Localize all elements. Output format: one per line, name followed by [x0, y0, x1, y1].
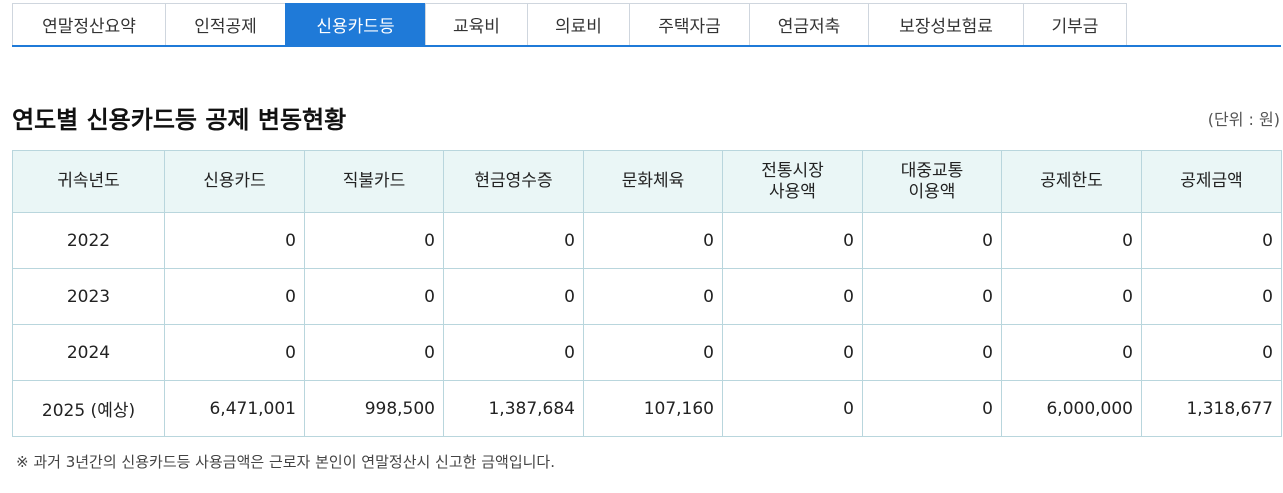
- cell-credit-card: 0: [164, 268, 305, 325]
- unit-label: (단위 : 원): [1207, 110, 1280, 129]
- tab-donation[interactable]: 기부금: [1023, 3, 1127, 45]
- cell-debit-card: 998,500: [304, 380, 444, 437]
- tab-medical[interactable]: 의료비: [527, 3, 630, 45]
- cell-deduction-amount: 0: [1141, 212, 1282, 269]
- header-traditional-market: 전통시장 사용액: [722, 150, 863, 213]
- cell-debit-card: 0: [304, 324, 444, 381]
- header-debit-card: 직불카드: [304, 150, 444, 213]
- section-title: 연도별 신용카드등 공제 변동현황: [12, 106, 347, 134]
- cell-public-transport: 0: [862, 212, 1002, 269]
- cell-public-transport: 0: [862, 268, 1002, 325]
- tab-credit-card[interactable]: 신용카드등: [285, 3, 426, 45]
- header-deduction-limit: 공제한도: [1001, 150, 1142, 213]
- tab-pension-savings[interactable]: 연금저축: [749, 3, 869, 45]
- cell-year: 2022: [12, 212, 165, 269]
- cell-culture-sports: 0: [583, 324, 723, 381]
- table-row: 2023 0 0 0 0 0 0 0 0: [12, 268, 1282, 325]
- cell-deduction-amount: 1,318,677: [1141, 380, 1282, 437]
- cell-cash-receipt: 1,387,684: [443, 380, 584, 437]
- tab-bar: 연말정산요약 인적공제 신용카드등 교육비 의료비 주택자금 연금저축 보장성보…: [12, 3, 1281, 47]
- cell-credit-card: 0: [164, 212, 305, 269]
- header-culture-sports: 문화체육: [583, 150, 723, 213]
- cell-traditional-market: 0: [722, 380, 863, 437]
- tab-year-end-summary[interactable]: 연말정산요약: [12, 3, 166, 45]
- cell-debit-card: 0: [304, 212, 444, 269]
- cell-deduction-amount: 0: [1141, 268, 1282, 325]
- cell-traditional-market: 0: [722, 212, 863, 269]
- cell-traditional-market: 0: [722, 268, 863, 325]
- header-credit-card: 신용카드: [164, 150, 305, 213]
- tab-housing-fund[interactable]: 주택자금: [629, 3, 750, 45]
- cell-year: 2025 (예상): [12, 380, 165, 437]
- header-cash-receipt: 현금영수증: [443, 150, 584, 213]
- cell-public-transport: 0: [862, 324, 1002, 381]
- table-header-row: 귀속년도 신용카드 직불카드 현금영수증 문화체육 전통시장 사용액 대중교통 이용…: [12, 150, 1282, 213]
- table-row: 2025 (예상) 6,471,001 998,500 1,387,684 10…: [12, 380, 1282, 437]
- cell-cash-receipt: 0: [443, 324, 584, 381]
- cell-culture-sports: 0: [583, 212, 723, 269]
- cell-year: 2024: [12, 324, 165, 381]
- header-public-transport: 대중교통 이용액: [862, 150, 1002, 213]
- cell-credit-card: 6,471,001: [164, 380, 305, 437]
- cell-deduction-limit: 0: [1001, 212, 1142, 269]
- cell-culture-sports: 107,160: [583, 380, 723, 437]
- cell-public-transport: 0: [862, 380, 1002, 437]
- footnote: ※ 과거 3년간의 신용카드등 사용금액은 근로자 본인이 연말정산시 신고한 …: [16, 453, 555, 471]
- table-row: 2024 0 0 0 0 0 0 0 0: [12, 324, 1282, 381]
- cell-year: 2023: [12, 268, 165, 325]
- cell-deduction-limit: 6,000,000: [1001, 380, 1142, 437]
- deduction-table: 귀속년도 신용카드 직불카드 현금영수증 문화체육 전통시장 사용액 대중교통 이용…: [12, 150, 1282, 437]
- cell-cash-receipt: 0: [443, 212, 584, 269]
- table-row: 2022 0 0 0 0 0 0 0 0: [12, 212, 1282, 269]
- tab-insurance[interactable]: 보장성보험료: [868, 3, 1024, 45]
- cell-deduction-limit: 0: [1001, 324, 1142, 381]
- header-deduction-amount: 공제금액: [1141, 150, 1282, 213]
- cell-traditional-market: 0: [722, 324, 863, 381]
- cell-culture-sports: 0: [583, 268, 723, 325]
- cell-credit-card: 0: [164, 324, 305, 381]
- cell-deduction-limit: 0: [1001, 268, 1142, 325]
- cell-deduction-amount: 0: [1141, 324, 1282, 381]
- tab-personal-deduction[interactable]: 인적공제: [165, 3, 286, 45]
- cell-cash-receipt: 0: [443, 268, 584, 325]
- tab-education[interactable]: 교육비: [425, 3, 528, 45]
- header-year: 귀속년도: [12, 150, 165, 213]
- cell-debit-card: 0: [304, 268, 444, 325]
